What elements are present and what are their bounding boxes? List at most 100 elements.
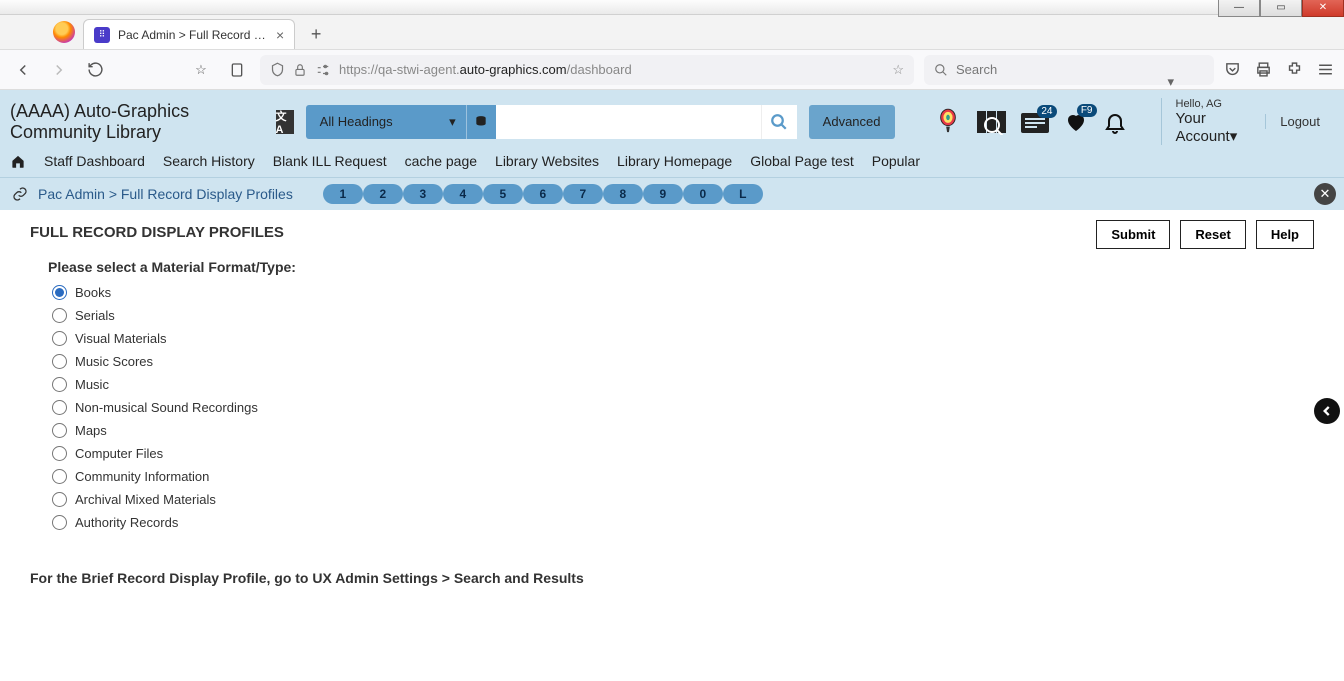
format-radio-item[interactable]: Visual Materials: [52, 331, 1314, 346]
nav-item[interactable]: Library Homepage: [617, 153, 732, 169]
link-icon: [12, 186, 28, 202]
window-maximize[interactable]: ▭: [1260, 0, 1302, 17]
reading-badge: 24: [1037, 105, 1056, 118]
reset-button[interactable]: Reset: [1180, 220, 1245, 249]
history-pill[interactable]: 4: [443, 184, 483, 204]
window-minimize[interactable]: —: [1218, 0, 1260, 17]
history-pills: 1234567890L: [323, 184, 763, 204]
bookmark-page-icon[interactable]: ☆: [892, 62, 904, 78]
nav-item[interactable]: Popular: [872, 153, 920, 169]
format-radio[interactable]: [52, 446, 67, 461]
page-content: FULL RECORD DISPLAY PROFILES Submit Rese…: [0, 210, 1344, 600]
print-icon[interactable]: [1255, 61, 1272, 78]
close-panel-icon[interactable]: ✕: [1314, 183, 1336, 205]
history-pill[interactable]: 6: [523, 184, 563, 204]
forward-button[interactable]: [46, 57, 72, 83]
search-placeholder: Search: [956, 62, 997, 77]
search-input[interactable]: [496, 105, 761, 139]
format-radio-label: Non-musical Sound Recordings: [75, 400, 258, 415]
history-pill[interactable]: 9: [643, 184, 683, 204]
search-scope-label: All Headings: [320, 114, 393, 129]
clipboard-icon[interactable]: [224, 57, 250, 83]
extensions-icon[interactable]: [1286, 61, 1303, 78]
account-menu[interactable]: Hello, AG Your Account▾: [1161, 98, 1238, 145]
tips-icon[interactable]: [937, 108, 959, 136]
help-button[interactable]: Help: [1256, 220, 1314, 249]
new-tab-button[interactable]: +: [303, 21, 329, 47]
history-pill[interactable]: 0: [683, 184, 723, 204]
history-pill[interactable]: 2: [363, 184, 403, 204]
reading-history-icon[interactable]: 24: [1021, 111, 1049, 133]
format-radio[interactable]: [52, 308, 67, 323]
format-radio[interactable]: [52, 469, 67, 484]
format-radio-item[interactable]: Non-musical Sound Recordings: [52, 400, 1314, 415]
favorites-icon[interactable]: F9: [1063, 110, 1089, 134]
reload-button[interactable]: [82, 57, 108, 83]
format-radio-item[interactable]: Serials: [52, 308, 1314, 323]
history-pill[interactable]: 8: [603, 184, 643, 204]
window-titlebar: — ▭ ✕: [0, 0, 1344, 15]
database-icon[interactable]: [466, 105, 496, 139]
format-radio[interactable]: [52, 492, 67, 507]
nav-item[interactable]: Search History: [163, 153, 255, 169]
format-radio-item[interactable]: Archival Mixed Materials: [52, 492, 1314, 507]
format-radio-label: Music Scores: [75, 354, 153, 369]
format-radio-item[interactable]: Music Scores: [52, 354, 1314, 369]
tab-close-icon[interactable]: ×: [276, 27, 284, 43]
back-button[interactable]: [10, 57, 36, 83]
format-radio-label: Maps: [75, 423, 107, 438]
window-close[interactable]: ✕: [1302, 0, 1344, 17]
lock-icon: [293, 63, 307, 77]
history-pill[interactable]: 5: [483, 184, 523, 204]
nav-item[interactable]: Library Websites: [495, 153, 599, 169]
history-pill[interactable]: 7: [563, 184, 603, 204]
format-radio[interactable]: [52, 377, 67, 392]
format-radio-item[interactable]: Maps: [52, 423, 1314, 438]
firefox-logo-icon: [53, 21, 75, 43]
format-radio-item[interactable]: Music: [52, 377, 1314, 392]
app-header: (AAAA) Auto-Graphics Community Library 文…: [0, 90, 1344, 153]
browser-tabstrip: ⠿ Pac Admin > Full Record Displa × +: [0, 15, 1344, 50]
bookmark-star-icon[interactable]: ☆: [188, 57, 214, 83]
format-radio-label: Authority Records: [75, 515, 178, 530]
nav-item[interactable]: cache page: [405, 153, 477, 169]
account-label: Your Account: [1176, 110, 1230, 145]
url-bar[interactable]: https://qa-stwi-agent.auto-graphics.com/…: [260, 55, 914, 85]
format-radio[interactable]: [52, 515, 67, 530]
format-radio[interactable]: [52, 285, 67, 300]
format-radio-item[interactable]: Books: [52, 285, 1314, 300]
nav-item[interactable]: Staff Dashboard: [44, 153, 145, 169]
nav-item[interactable]: Global Page test: [750, 153, 854, 169]
nav-item[interactable]: Blank ILL Request: [273, 153, 387, 169]
header-collapse-icon[interactable]: ▾: [1167, 74, 1174, 90]
browser-toolbar: ☆ https://qa-stwi-agent.auto-graphics.co…: [0, 50, 1344, 90]
notifications-icon[interactable]: [1103, 109, 1127, 135]
shield-icon: [270, 62, 285, 77]
format-radio[interactable]: [52, 331, 67, 346]
search-scope-dropdown[interactable]: All Headings: [306, 105, 466, 139]
history-pill[interactable]: L: [723, 184, 763, 204]
hello-text: Hello, AG: [1176, 98, 1238, 110]
history-pill[interactable]: 3: [403, 184, 443, 204]
format-radio-item[interactable]: Community Information: [52, 469, 1314, 484]
browser-tab-active[interactable]: ⠿ Pac Admin > Full Record Displa ×: [83, 19, 295, 49]
side-panel-toggle-icon[interactable]: [1314, 398, 1340, 424]
scan-icon[interactable]: [977, 109, 1009, 135]
format-radio[interactable]: [52, 423, 67, 438]
history-pill[interactable]: 1: [323, 184, 363, 204]
format-radio-item[interactable]: Computer Files: [52, 446, 1314, 461]
format-radio[interactable]: [52, 400, 67, 415]
submit-button[interactable]: Submit: [1096, 220, 1170, 249]
search-submit-button[interactable]: [761, 105, 797, 139]
logout-link[interactable]: Logout: [1265, 114, 1334, 129]
tab-title: Pac Admin > Full Record Displa: [118, 28, 268, 42]
menu-icon[interactable]: [1317, 61, 1334, 78]
advanced-search-button[interactable]: Advanced: [809, 105, 895, 139]
home-icon[interactable]: [10, 154, 26, 169]
format-radio-label: Music: [75, 377, 109, 392]
translate-icon[interactable]: 文A: [276, 110, 294, 134]
format-radio-item[interactable]: Authority Records: [52, 515, 1314, 530]
pocket-icon[interactable]: [1224, 61, 1241, 78]
format-radio[interactable]: [52, 354, 67, 369]
breadcrumb-text[interactable]: Pac Admin > Full Record Display Profiles: [38, 186, 293, 202]
